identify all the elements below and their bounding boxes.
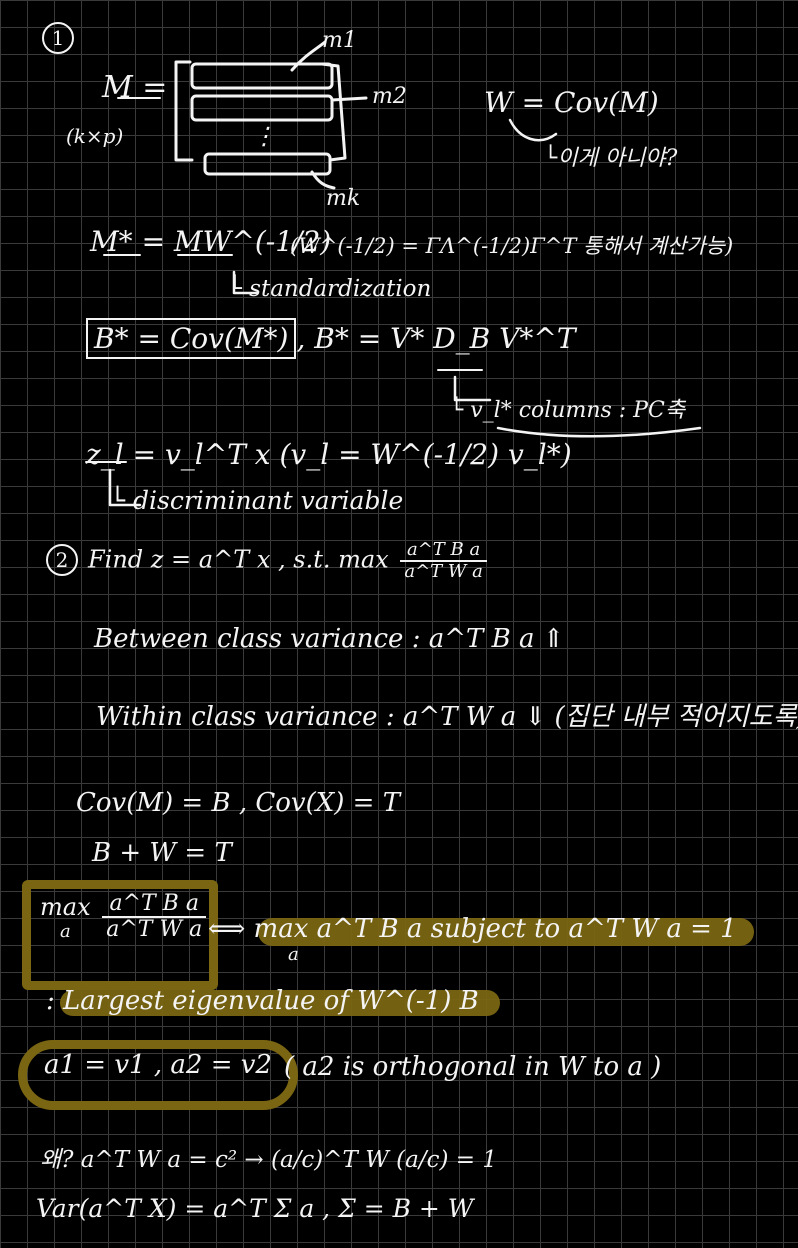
w-note: └이게 아니야?: [544, 146, 678, 171]
row-label-m2: m2: [372, 84, 407, 109]
section-number-1: 1: [42, 22, 74, 54]
matrix-dims: (k×p): [66, 124, 124, 148]
row-label-mk: mk: [326, 186, 361, 211]
standardization-label: └ standardization: [228, 276, 432, 302]
section-number-2: 2: [46, 544, 78, 577]
a-values: a1 = v1 , a2 = v2: [44, 1050, 272, 1080]
cov-line: Cov(M) = B , Cov(X) = T: [76, 788, 401, 818]
ratio-numerator: a^T B a: [102, 891, 207, 919]
max-label: max: [40, 892, 91, 921]
find-numerator: a^T B a: [400, 540, 487, 562]
section1-marker: 1: [42, 22, 84, 54]
m-star-note: (W^(-1/2) = ΓΛ^(-1/2)Γ^T 통해서 계산가능): [290, 234, 734, 258]
find-text: Find z = a^T x , s.t. max: [88, 545, 389, 574]
m-symbol: M: [102, 70, 133, 105]
between-class: Between class variance : a^T B a ⇑: [94, 624, 565, 654]
z-definition: z_l = v_l^T x (v_l = W^(-1/2) v_l*): [86, 438, 572, 471]
b-star-boxed: B* = Cov(M*): [86, 318, 297, 359]
find-row: 2 Find z = a^T x , s.t. max a^T B a a^T W…: [46, 540, 491, 582]
largest-eigenvalue: : Largest eigenvalue of W^(-1) B: [46, 986, 479, 1016]
find-denominator: a^T W a: [404, 560, 483, 582]
orthogonal-note: ( a2 is orthogonal in W to a ): [284, 1052, 662, 1082]
ratio-denominator: a^T W a: [106, 917, 203, 943]
discriminant-label: └ discriminant variable: [110, 486, 404, 515]
w-definition: W = Cov(M): [484, 86, 659, 119]
sum-line: B + W = T: [92, 838, 232, 868]
row-dots: ⋮: [252, 122, 276, 150]
b-star-row: B* = Cov(M*), B* = V* D_B V*^T: [86, 318, 576, 359]
m-equals: =: [142, 70, 168, 105]
within-class: Within class variance : a^T W a ⇓ (집단 내부…: [96, 702, 798, 732]
equivalence: ⟺ max a^T B a subject to a^T W a = 1: [208, 914, 737, 944]
equiv-subscript: a: [288, 944, 299, 965]
variance-line: Var(a^T X) = a^T Σ a , Σ = B + W: [36, 1194, 474, 1223]
b-star-svd: , B* = V* D_B V*^T: [296, 322, 576, 355]
max-subscript: a: [59, 920, 71, 942]
why-line: 왜? a^T W a = c² → (a/c)^T W (a/c) = 1: [40, 1147, 497, 1173]
find-fraction: a^T B a a^T W a: [400, 540, 487, 582]
row-label-m1: m1: [322, 28, 357, 53]
vl-columns-note: └ v_l* columns : PC축: [450, 398, 686, 423]
ratio-fraction: a^T B a a^T W a: [102, 891, 207, 943]
matrix-m-label: M =: [102, 70, 167, 105]
max-ratio: max a a^T B a a^T W a: [40, 891, 210, 943]
